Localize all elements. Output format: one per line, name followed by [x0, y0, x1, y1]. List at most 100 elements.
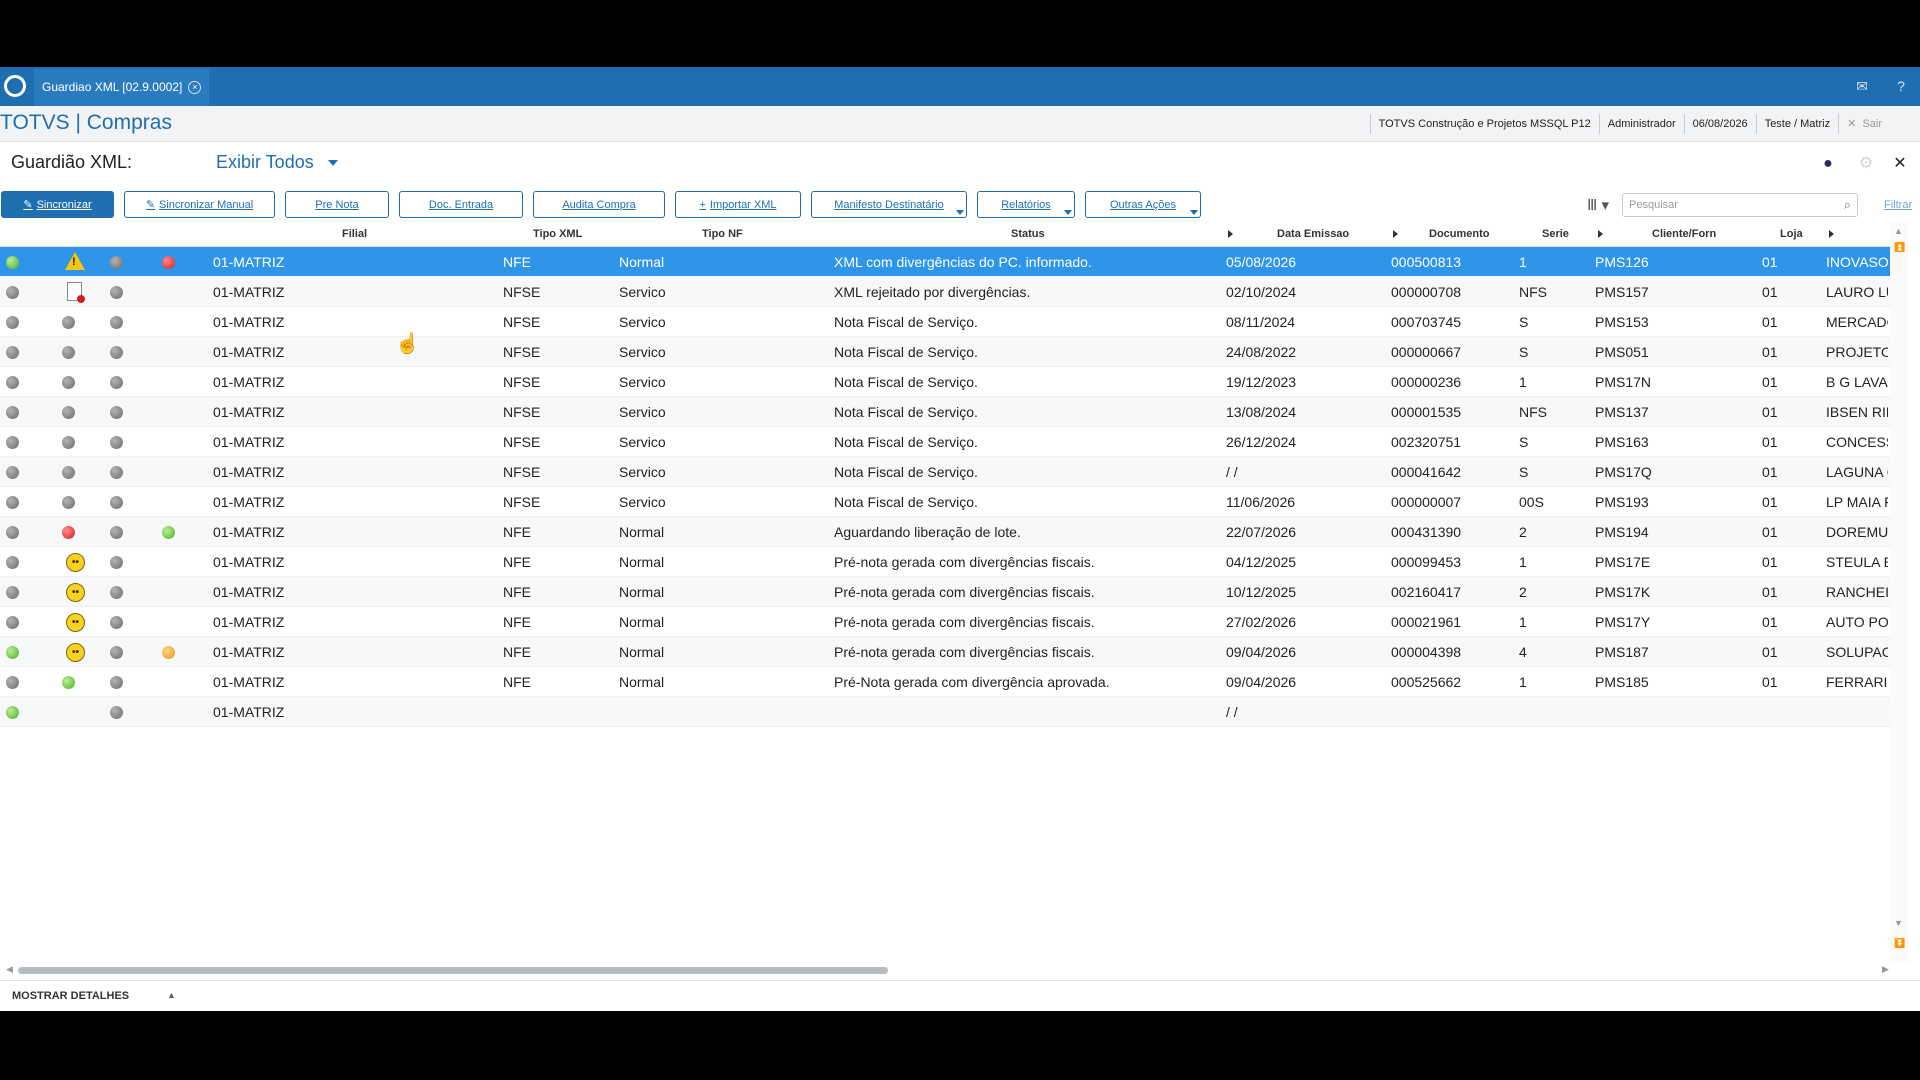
sync-manual-button[interactable]: ✎ Sincronizar Manual: [124, 191, 275, 218]
col-status[interactable]: Status: [1011, 228, 1045, 240]
gray-status-icon[interactable]: [110, 616, 123, 629]
show-details-button[interactable]: MOSTRAR DETALHES: [12, 990, 129, 1002]
branch-label[interactable]: Teste / Matriz: [1755, 113, 1838, 134]
green-status-icon[interactable]: [162, 526, 175, 539]
vertical-scrollbar[interactable]: ▲ ⏫ ▼ ⏬: [1890, 222, 1908, 962]
tab-guardiao-xml[interactable]: Guardiao XML [02.9.0002] ×: [34, 69, 210, 106]
table-row[interactable]: 01-MATRIZ NFSE Servico Nota Fiscal de Servi…: [0, 427, 1890, 457]
table-row[interactable]: 01-MATRIZ NFSE Servico Nota Fiscal de Servi…: [0, 457, 1890, 487]
close-icon[interactable]: ✕: [1891, 155, 1909, 173]
horizontal-scrollbar[interactable]: ◀ ▶: [6, 964, 1890, 976]
scroll-bottom-icon[interactable]: ⏬: [1894, 938, 1905, 949]
gray-status-icon[interactable]: [110, 556, 123, 569]
scroll-down-icon[interactable]: ▼: [1894, 918, 1903, 928]
gray-status-icon[interactable]: [110, 466, 123, 479]
table-row[interactable]: 01-MATRIZ NFE Normal Aguardando liberação d…: [0, 517, 1890, 547]
gray-status-icon[interactable]: [6, 316, 19, 329]
neutral-face-icon[interactable]: ••: [66, 643, 85, 662]
doc-entrada-button[interactable]: Doc. Entrada: [399, 191, 523, 218]
table-row[interactable]: •• 01-MATRIZ NFE Normal Pré-nota gerada com …: [0, 547, 1890, 577]
gray-status-icon[interactable]: [62, 406, 75, 419]
table-row[interactable]: 01-MATRIZ NFSE Servico Nota Fiscal de Servi…: [0, 307, 1890, 337]
gray-status-icon[interactable]: [110, 376, 123, 389]
scroll-left-icon[interactable]: ◀: [6, 964, 13, 975]
col-data-emissao[interactable]: Data Emissao: [1277, 228, 1349, 240]
table-row[interactable]: ! 01-MATRIZ NFE Normal XML com divergências …: [0, 247, 1890, 277]
table-row[interactable]: •• 01-MATRIZ NFE Normal Pré-nota gerada com …: [0, 577, 1890, 607]
help-icon[interactable]: ?: [1892, 77, 1910, 95]
audita-compra-button[interactable]: Audita Compra: [533, 191, 665, 218]
date-label[interactable]: 06/08/2026: [1683, 113, 1756, 134]
gray-status-icon[interactable]: [6, 286, 19, 299]
table-row[interactable]: •• 01-MATRIZ NFE Normal Pré-nota gerada com …: [0, 607, 1890, 637]
red-status-icon[interactable]: [62, 526, 75, 539]
gray-status-icon[interactable]: [110, 346, 123, 359]
manifesto-dropdown-button[interactable]: Manifesto Destinatário: [811, 191, 967, 218]
table-row[interactable]: 01-MATRIZ NFSE Servico Nota Fiscal de Servi…: [0, 367, 1890, 397]
gray-status-icon[interactable]: [62, 376, 75, 389]
scroll-right-icon[interactable]: ▶: [1882, 964, 1889, 975]
green-status-icon[interactable]: [62, 676, 75, 689]
gray-status-icon[interactable]: [110, 526, 123, 539]
record-icon[interactable]: ●: [1819, 155, 1837, 173]
gray-status-icon[interactable]: [110, 706, 123, 719]
gray-status-icon[interactable]: [110, 436, 123, 449]
orange-status-icon[interactable]: [162, 646, 175, 659]
neutral-face-icon[interactable]: ••: [66, 613, 85, 632]
table-row[interactable]: •• 01-MATRIZ NFE Normal Pré-nota gerada com …: [0, 637, 1890, 667]
green-status-icon[interactable]: [6, 646, 19, 659]
warning-icon[interactable]: !: [65, 252, 85, 270]
col-serie[interactable]: Serie: [1542, 228, 1569, 240]
red-status-icon[interactable]: [162, 256, 175, 269]
gray-status-icon[interactable]: [110, 586, 123, 599]
relatorios-dropdown-button[interactable]: Relatórios: [977, 191, 1075, 218]
gray-status-icon[interactable]: [110, 256, 123, 269]
table-row[interactable]: 01-MATRIZ NFSE Servico Nota Fiscal de Servi…: [0, 337, 1890, 367]
gray-status-icon[interactable]: [62, 346, 75, 359]
gray-status-icon[interactable]: [6, 376, 19, 389]
search-input[interactable]: Pesquisar ⌕: [1622, 193, 1858, 217]
gray-status-icon[interactable]: [62, 496, 75, 509]
col-cliente-forn[interactable]: Cliente/Forn: [1652, 228, 1716, 240]
table-row[interactable]: 01-MATRIZ NFSE Servico Nota Fiscal de Servi…: [0, 397, 1890, 427]
gray-status-icon[interactable]: [110, 676, 123, 689]
gray-status-icon[interactable]: [110, 316, 123, 329]
scroll-thumb[interactable]: [18, 967, 888, 974]
gray-status-icon[interactable]: [6, 616, 19, 629]
search-icon[interactable]: ⌕: [1844, 197, 1851, 213]
gray-status-icon[interactable]: [110, 646, 123, 659]
columns-icon[interactable]: Ⅲ ▾: [1587, 196, 1609, 214]
gray-status-icon[interactable]: [6, 496, 19, 509]
col-documento[interactable]: Documento: [1429, 228, 1490, 240]
col-tipo-nf[interactable]: Tipo NF: [702, 228, 743, 240]
scroll-top-icon[interactable]: ⏫: [1894, 242, 1905, 253]
scroll-up-icon[interactable]: ▲: [1894, 226, 1903, 236]
filter-link[interactable]: Filtrar: [1884, 199, 1912, 211]
gray-status-icon[interactable]: [110, 286, 123, 299]
chevron-up-icon[interactable]: ▲: [167, 990, 176, 1000]
gray-status-icon[interactable]: [6, 586, 19, 599]
green-status-icon[interactable]: [6, 256, 19, 269]
pre-nota-button[interactable]: Pre Nota: [285, 191, 389, 218]
gray-status-icon[interactable]: [62, 316, 75, 329]
gray-status-icon[interactable]: [110, 406, 123, 419]
gray-status-icon[interactable]: [62, 436, 75, 449]
gray-status-icon[interactable]: [6, 436, 19, 449]
gray-status-icon[interactable]: [6, 526, 19, 539]
importar-xml-button[interactable]: + Importar XML: [675, 191, 801, 218]
gray-status-icon[interactable]: [6, 556, 19, 569]
neutral-face-icon[interactable]: ••: [66, 583, 85, 602]
col-loja[interactable]: Loja: [1780, 228, 1803, 240]
view-filter-dropdown[interactable]: Exibir Todos: [216, 152, 338, 173]
gray-status-icon[interactable]: [6, 676, 19, 689]
gray-status-icon[interactable]: [62, 466, 75, 479]
company-label[interactable]: TOTVS Construção e Projetos MSSQL P12: [1369, 113, 1599, 134]
neutral-face-icon[interactable]: ••: [66, 553, 85, 572]
tab-close-icon[interactable]: ×: [188, 81, 202, 94]
table-row[interactable]: 01-MATRIZ NFSE Servico XML rejeitado por di…: [0, 277, 1890, 307]
gray-status-icon[interactable]: [6, 466, 19, 479]
col-tipo-xml[interactable]: Tipo XML: [533, 228, 582, 240]
rejected-document-icon[interactable]: [67, 282, 85, 303]
gray-status-icon[interactable]: [110, 496, 123, 509]
outras-acoes-dropdown-button[interactable]: Outras Ações: [1085, 191, 1201, 218]
